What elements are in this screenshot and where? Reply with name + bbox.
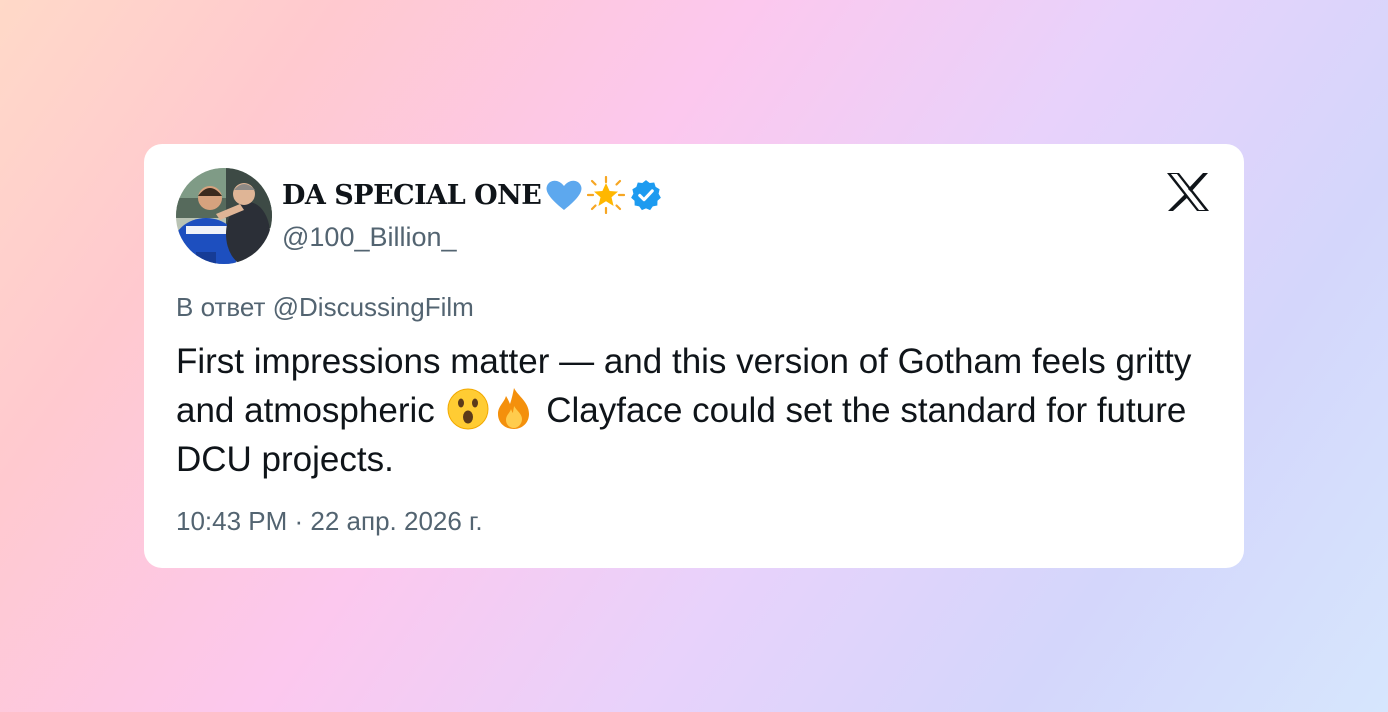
verified-badge-icon[interactable]	[629, 178, 663, 212]
tweet-card: DA SPECIAL ONE @100_Billion_ В ответ @Di…	[144, 144, 1244, 568]
glowing-star-icon	[587, 175, 626, 215]
handle[interactable]: @100_Billion_	[282, 222, 457, 253]
avatar[interactable]	[176, 168, 272, 264]
name-row: DA SPECIAL ONE	[282, 175, 663, 215]
blue-heart-icon	[545, 178, 583, 212]
reply-mention-link[interactable]: @DiscussingFilm	[273, 292, 474, 322]
display-name[interactable]: DA SPECIAL ONE	[282, 180, 542, 211]
fire-icon	[493, 386, 535, 430]
tweet-body: First impressions matter — and this vers…	[176, 337, 1216, 484]
reply-prefix: В ответ	[176, 292, 266, 322]
reply-context: В ответ @DiscussingFilm	[176, 292, 474, 323]
timestamp[interactable]: 10:43 PM · 22 апр. 2026 г.	[176, 506, 483, 537]
x-logo-icon[interactable]	[1166, 172, 1210, 212]
surprised-face-icon	[447, 388, 489, 430]
